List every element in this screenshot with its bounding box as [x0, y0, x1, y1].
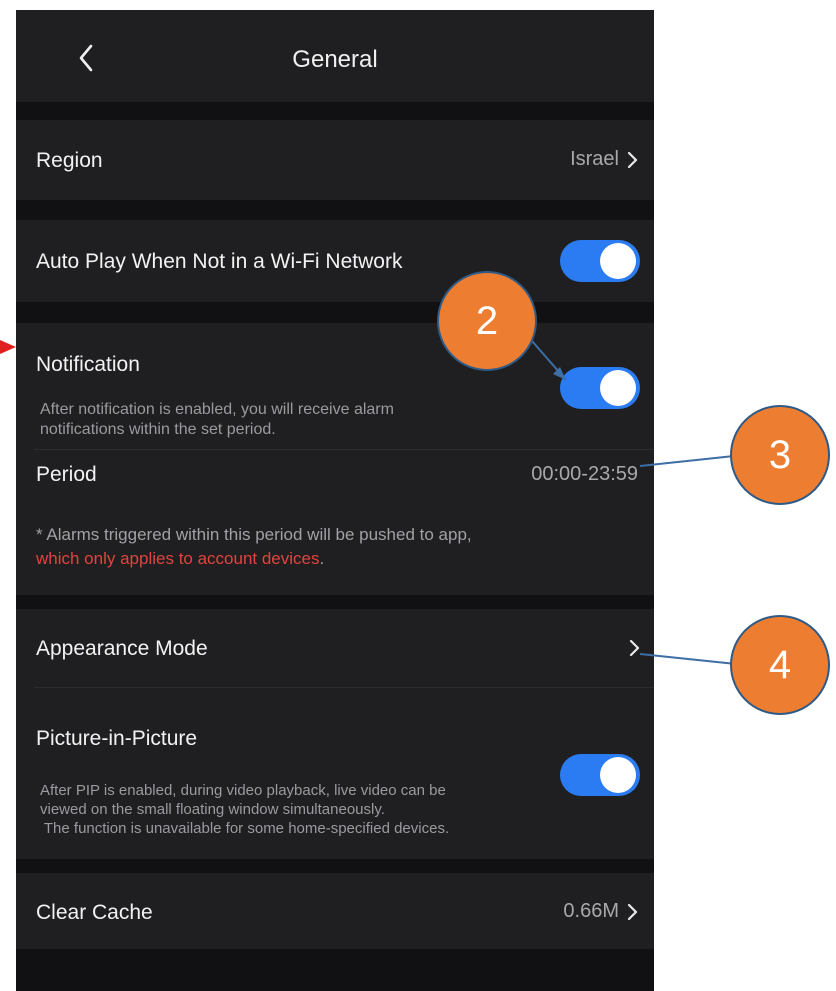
red-arrow-icon [0, 340, 16, 354]
callout-3: 3 [730, 405, 830, 505]
callout-4-line [639, 653, 737, 665]
callout-4: 4 [730, 615, 830, 715]
annotation-overlay [0, 317, 737, 665]
callout-2: 2 [437, 271, 537, 371]
arrowhead-icon [553, 367, 566, 380]
callout-3-line [639, 455, 735, 467]
